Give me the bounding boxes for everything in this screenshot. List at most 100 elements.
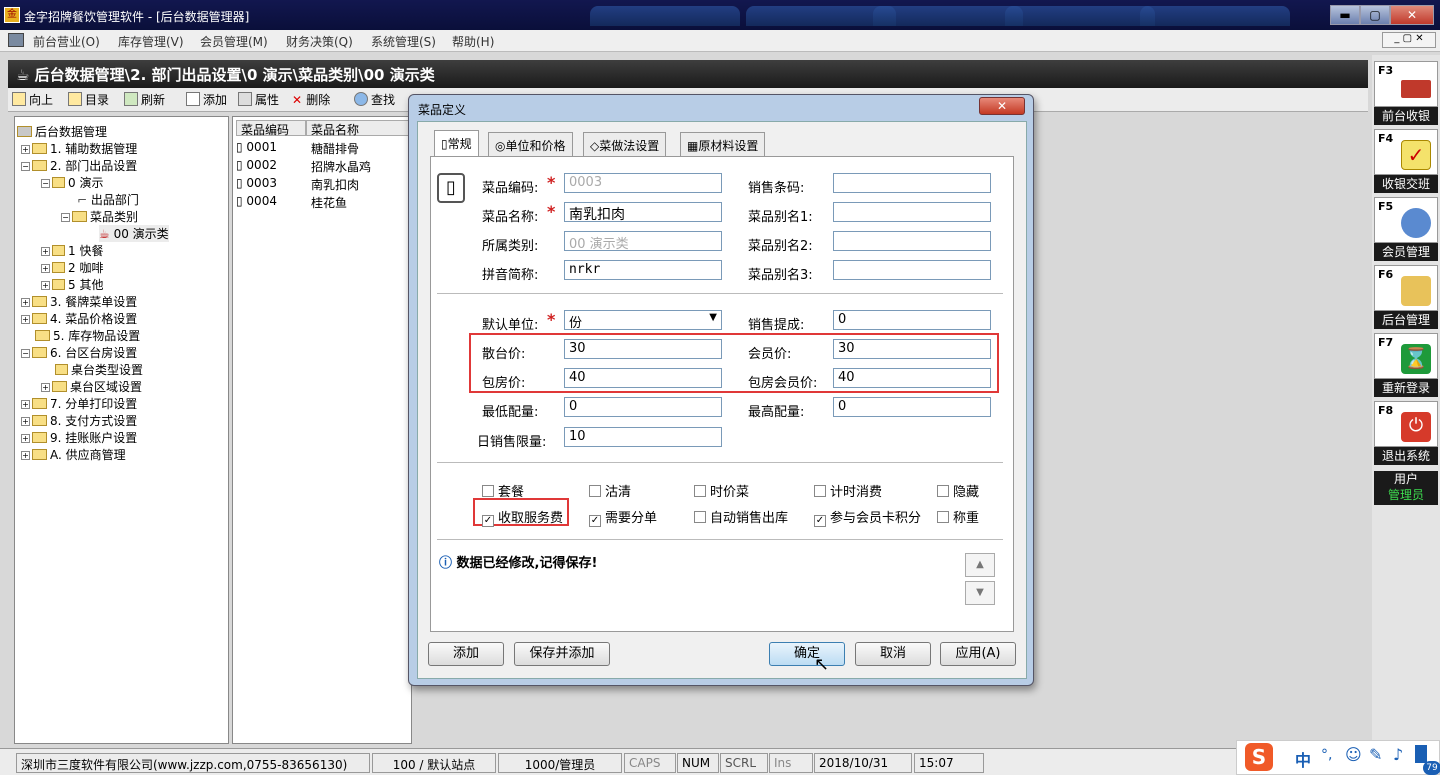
code-field[interactable]: 0003 <box>564 173 722 193</box>
barcode-field[interactable] <box>833 173 991 193</box>
tree-node[interactable]: 5. 库存物品设置 <box>35 327 140 344</box>
expand-icon[interactable]: + <box>21 451 30 460</box>
apply-button[interactable]: 应用(A) <box>940 642 1016 666</box>
add-button[interactable]: 添加 <box>186 91 227 108</box>
pinyin-field[interactable]: nrkr <box>564 260 722 280</box>
tab-materials[interactable]: ▦原材料设置 <box>680 132 766 156</box>
ok-button[interactable]: 确定 <box>769 642 845 666</box>
list-item-name[interactable]: 南乳扣肉 <box>311 176 359 193</box>
tree-node[interactable]: − 菜品类别 <box>61 208 138 225</box>
checkbox-weighing[interactable]: 称重 <box>937 507 979 526</box>
arrow-up-button[interactable]: ▲ <box>965 553 995 577</box>
checkbox-market-price[interactable]: 时价菜 <box>694 481 749 500</box>
alias2-field[interactable] <box>833 231 991 251</box>
expand-icon[interactable]: + <box>21 145 30 154</box>
properties-button[interactable]: 属性 <box>238 91 279 108</box>
up-button[interactable]: 向上 <box>12 91 53 108</box>
punctuation-icon[interactable]: °, <box>1321 747 1332 763</box>
directory-button[interactable]: 目录 <box>68 91 109 108</box>
tree-node[interactable]: −2. 部门出品设置 <box>21 157 137 174</box>
checkbox-member-points[interactable]: ✓ 参与会员卡积分 <box>814 507 921 527</box>
list-item[interactable]: ▯ 0001 <box>236 140 277 154</box>
alias3-field[interactable] <box>833 260 991 280</box>
name-field[interactable]: 南乳扣肉 <box>564 202 722 222</box>
tree-node[interactable]: ⌐ 出品部门 <box>77 191 139 208</box>
tab-cooking-method[interactable]: ◇菜做法设置 <box>583 132 667 156</box>
expand-icon[interactable]: + <box>21 434 30 443</box>
member-price-field[interactable]: 30 <box>833 339 991 359</box>
f7-button[interactable]: F7 ⌛ <box>1374 333 1438 379</box>
tree-node[interactable]: +2 咖啡 <box>41 259 103 276</box>
room-price-field[interactable]: 40 <box>564 368 722 388</box>
f8-button[interactable]: F8 ⏻ <box>1374 401 1438 447</box>
ime-mode[interactable]: 中 <box>1295 747 1311 771</box>
list-item[interactable]: ▯ 0002 <box>236 158 277 172</box>
alias1-field[interactable] <box>833 202 991 222</box>
commission-field[interactable]: 0 <box>833 310 991 330</box>
max-stock-field[interactable]: 0 <box>833 397 991 417</box>
unit-select[interactable]: 份 ▼ <box>564 310 722 330</box>
find-button[interactable]: 查找 <box>354 91 395 108</box>
save-and-add-button[interactable]: 保存并添加 <box>514 642 610 666</box>
expand-icon[interactable]: + <box>41 264 50 273</box>
f5-button[interactable]: F5 <box>1374 197 1438 243</box>
minimize-button[interactable]: ▬ <box>1330 5 1360 25</box>
checkbox-sold-out[interactable]: 沽清 <box>589 481 631 500</box>
checkbox-split-order[interactable]: ✓ 需要分单 <box>589 507 657 527</box>
menu-finance[interactable]: 财务决策(Q) <box>286 33 353 50</box>
f6-button[interactable]: F6 <box>1374 265 1438 311</box>
ime-toolbar[interactable]: S 中 °, ☺ ✎ ♪ 79 <box>1236 740 1440 775</box>
delete-button[interactable]: ✕ 删除 <box>292 91 330 108</box>
arrow-down-button[interactable]: ▼ <box>965 581 995 605</box>
tree-node[interactable]: + 桌台区域设置 <box>41 378 142 395</box>
category-field[interactable]: 00 演示类 <box>564 231 722 251</box>
tree-node[interactable]: +7. 分单打印设置 <box>21 395 137 412</box>
list-item[interactable]: ▯ 0004 <box>236 194 277 208</box>
tree-node[interactable]: 后台数据管理 <box>17 123 107 140</box>
list-item-name[interactable]: 桂花鱼 <box>311 194 347 211</box>
min-stock-field[interactable]: 0 <box>564 397 722 417</box>
room-member-price-field[interactable]: 40 <box>833 368 991 388</box>
add-button[interactable]: 添加 <box>428 642 504 666</box>
microphone-icon[interactable]: ♪ <box>1393 745 1403 764</box>
expand-icon[interactable]: + <box>21 417 30 426</box>
tab-general[interactable]: ▯常规 <box>434 130 479 157</box>
tree-node[interactable]: +4. 菜品价格设置 <box>21 310 137 327</box>
tree-node[interactable]: −0 演示 <box>41 174 103 191</box>
list-item-name[interactable]: 糖醋排骨 <box>311 140 359 157</box>
collapse-icon[interactable]: − <box>61 213 70 222</box>
daily-limit-field[interactable]: 10 <box>564 427 722 447</box>
tree-node-selected[interactable]: ☕ 00 演示类 <box>99 225 169 242</box>
maximize-button[interactable]: ▢ <box>1360 5 1390 25</box>
tree-node[interactable]: −6. 台区台房设置 <box>21 344 137 361</box>
f3-button[interactable]: F3 <box>1374 61 1438 107</box>
tree-node[interactable]: +1 快餐 <box>41 242 103 259</box>
checkbox-timed-consumption[interactable]: 计时消费 <box>814 481 882 500</box>
tab-unit-price[interactable]: ◎单位和价格 <box>488 132 573 156</box>
menu-inventory[interactable]: 库存管理(V) <box>118 33 184 50</box>
checkbox-auto-stock-out[interactable]: 自动销售出库 <box>694 507 788 526</box>
expand-icon[interactable]: + <box>21 298 30 307</box>
list-item-name[interactable]: 招牌水晶鸡 <box>311 158 371 175</box>
expand-icon[interactable]: + <box>21 400 30 409</box>
menu-icon[interactable] <box>1415 745 1427 763</box>
tree-node[interactable]: +1. 辅助数据管理 <box>21 140 137 157</box>
expand-icon[interactable]: + <box>41 247 50 256</box>
collapse-icon[interactable]: − <box>21 162 30 171</box>
pen-icon[interactable]: ✎ <box>1369 745 1382 764</box>
close-button[interactable]: ✕ <box>1390 5 1434 25</box>
tree-node[interactable]: +3. 餐牌菜单设置 <box>21 293 137 310</box>
tree-node[interactable]: +8. 支付方式设置 <box>21 412 137 429</box>
f4-button[interactable]: F4 ✓ <box>1374 129 1438 175</box>
checkbox-service-fee[interactable]: ✓ 收取服务费 <box>482 507 563 527</box>
tree-node[interactable]: 桌台类型设置 <box>55 361 143 378</box>
tree-node[interactable]: +9. 挂账账户设置 <box>21 429 137 446</box>
expand-icon[interactable]: + <box>41 383 50 392</box>
collapse-icon[interactable]: − <box>21 349 30 358</box>
dialog-close-button[interactable]: ✕ <box>979 97 1025 115</box>
menu-member[interactable]: 会员管理(M) <box>200 33 268 50</box>
expand-icon[interactable]: + <box>21 315 30 324</box>
menu-front[interactable]: 前台营业(O) <box>33 33 100 50</box>
list-item-selected[interactable]: ▯ 0003 <box>236 176 277 190</box>
menu-help[interactable]: 帮助(H) <box>452 33 494 50</box>
